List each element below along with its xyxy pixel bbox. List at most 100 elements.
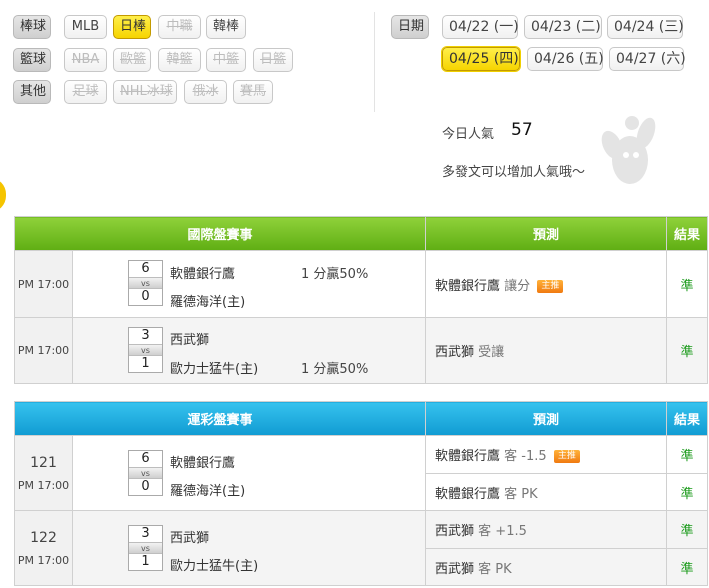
match-cell: 3 vs 1 西武獅 歐力士猛牛(主) 1 分贏50% [71, 317, 427, 384]
date-0423[interactable]: 04/23 (二) [524, 15, 602, 39]
pick-type: 客 PK [504, 486, 538, 502]
score-box: 3 vs 1 [128, 525, 163, 571]
vs-label: vs [129, 467, 162, 479]
odds-text: 1 分贏50% [301, 267, 369, 282]
prediction-cell: 軟體銀行鷹 客 PK [425, 473, 668, 511]
vs-label: vs [129, 277, 162, 289]
table-row: 121 PM 17:00 6 vs 0 軟體銀行鷹 羅德海洋(主) 軟體銀行鷹 … [14, 435, 709, 511]
popularity-hint: 多發文可以增加人氣哦～ [442, 165, 586, 180]
lottery-header-result: 結果 [666, 401, 709, 436]
date-0422[interactable]: 04/22 (一) [442, 15, 519, 39]
sport-label-baseball: 棒球 [13, 15, 51, 39]
filter-cpbl: 中職 [158, 15, 201, 39]
score-box: 6 vs 0 [128, 260, 163, 306]
intl-table: 國際盤賽事 預測 結果 PM 17:00 6 vs 0 軟體銀行鷹 羅德海洋(主… [13, 216, 709, 384]
intl-header-predict: 預測 [425, 216, 668, 251]
filter-korea-basketball: 韓籃 [158, 48, 201, 72]
result-cell: 準 [666, 317, 709, 384]
pick-team: 西武獅 [435, 524, 475, 539]
pick-type: 客 -1.5 [504, 449, 547, 464]
team-away[interactable]: 西武獅 [170, 329, 209, 348]
match-time-cell: 122 PM 17:00 [14, 510, 73, 586]
prediction-cell: 軟體銀行鷹 客 -1.5 主推 [425, 435, 668, 474]
table-row: PM 17:00 3 vs 1 西武獅 歐力士猛牛(主) 1 分贏50% 西武獅… [14, 317, 709, 384]
result-cell: 準 [666, 510, 709, 549]
intl-header-event: 國際盤賽事 [13, 216, 427, 251]
odds-text: 1 分贏50% [301, 362, 369, 377]
team-away[interactable]: 西武獅 [170, 527, 209, 546]
team-home[interactable]: 歐力士猛牛(主) [170, 555, 258, 574]
team-home[interactable]: 歐力士猛牛(主) [170, 358, 258, 377]
score-home: 1 [141, 554, 150, 569]
sport-label-basketball: 籃球 [13, 48, 51, 72]
filter-npb[interactable]: 日棒 [113, 15, 151, 39]
mascot-icon [601, 116, 656, 184]
filter-russia-hockey: 俄冰 [184, 80, 227, 104]
pick-type: 客 PK [478, 561, 512, 577]
score-away: 3 [141, 328, 150, 343]
filter-soccer: 足球 [64, 80, 107, 104]
match-time: PM 17:00 [17, 478, 70, 492]
match-time: PM 17:00 [14, 317, 73, 384]
score-away: 3 [141, 526, 150, 541]
team-away[interactable]: 軟體銀行鷹 [170, 263, 235, 282]
popularity-label: 今日人氣 [442, 127, 495, 142]
match-time-cell: 121 PM 17:00 [14, 435, 73, 511]
filter-nhl: NHL冰球 [113, 80, 177, 104]
pick-team: 軟體銀行鷹 [435, 449, 501, 464]
prediction-cell: 西武獅 受讓 [425, 317, 668, 384]
pick-team: 西武獅 [435, 561, 475, 577]
filter-euro-basketball: 歐籃 [113, 48, 151, 72]
table-row: 122 PM 17:00 3 vs 1 西武獅 歐力士猛牛(主) 西武獅 客 +… [14, 510, 709, 586]
filter-japan-basketball: 日籃 [253, 48, 293, 72]
pick-type: 客 +1.5 [478, 524, 527, 539]
result-cell: 準 [666, 250, 709, 318]
team-home[interactable]: 羅德海洋(主) [170, 291, 245, 310]
filter-nba: NBA [64, 48, 107, 72]
vs-label: vs [129, 344, 162, 356]
score-box: 6 vs 0 [128, 450, 163, 496]
filter-horse-racing: 賽馬 [233, 80, 273, 104]
pick-type: 讓分 [504, 278, 531, 294]
prediction-cell: 西武獅 客 +1.5 [425, 510, 668, 549]
match-code: 122 [30, 529, 57, 546]
filter-china-basketball: 中籃 [206, 48, 246, 72]
pick-team: 西武獅 [435, 345, 475, 360]
date-label: 日期 [391, 15, 429, 39]
score-home: 1 [141, 356, 150, 371]
intl-header-row: 國際盤賽事 預測 結果 [13, 216, 709, 251]
match-time: PM 17:00 [17, 553, 70, 567]
score-box: 3 vs 1 [128, 327, 163, 373]
lottery-header-row: 運彩盤賽事 預測 結果 [13, 401, 709, 436]
featured-badge: 主推 [553, 450, 580, 463]
score-home: 0 [141, 479, 150, 494]
score-away: 6 [141, 451, 150, 466]
team-away[interactable]: 軟體銀行鷹 [170, 452, 235, 471]
filter-mlb[interactable]: MLB [64, 15, 107, 39]
match-time: PM 17:00 [14, 250, 73, 318]
pick-team: 軟體銀行鷹 [435, 486, 501, 502]
filter-kbo[interactable]: 韓棒 [206, 15, 246, 39]
table-row: PM 17:00 6 vs 0 軟體銀行鷹 羅德海洋(主) 1 分贏50% 軟體… [14, 250, 709, 318]
match-cell: 6 vs 0 軟體銀行鷹 羅德海洋(主) 1 分贏50% [71, 250, 427, 318]
pick-team: 軟體銀行鷹 [435, 278, 501, 294]
match-cell: 3 vs 1 西武獅 歐力士猛牛(主) [71, 510, 427, 586]
featured-badge: 主推 [537, 279, 564, 293]
date-0426[interactable]: 04/26 (五) [527, 47, 604, 71]
score-home: 0 [141, 289, 150, 304]
date-0425[interactable]: 04/25 (四) [442, 47, 520, 71]
lottery-table: 運彩盤賽事 預測 結果 121 PM 17:00 6 vs 0 軟體銀行鷹 羅德… [13, 401, 709, 586]
date-0424[interactable]: 04/24 (三) [607, 15, 684, 39]
divider [374, 12, 375, 112]
prediction-cell: 軟體銀行鷹 讓分 主推 [425, 250, 668, 318]
intl-header-result: 結果 [666, 216, 709, 251]
side-tab-handle[interactable] [0, 178, 6, 212]
sport-label-other: 其他 [13, 80, 51, 104]
pick-type: 受讓 [478, 345, 505, 360]
date-0427[interactable]: 04/27 (六) [609, 47, 686, 71]
match-code: 121 [30, 454, 57, 471]
lottery-header-predict: 預測 [425, 401, 668, 436]
team-home[interactable]: 羅德海洋(主) [170, 480, 245, 499]
prediction-cell: 西武獅 客 PK [425, 548, 668, 586]
result-cell: 準 [666, 435, 709, 474]
